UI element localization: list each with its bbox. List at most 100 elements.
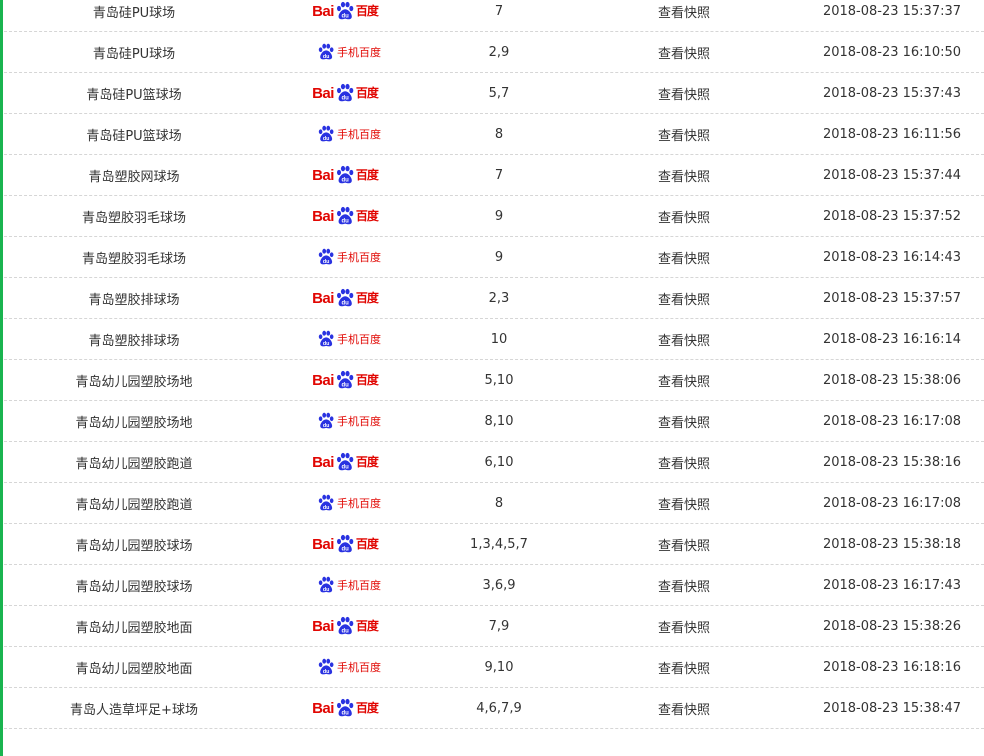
- view-snapshot-link[interactable]: 查看快照: [658, 621, 710, 636]
- rank-cell: 8,10: [484, 413, 514, 429]
- table-row: 青岛塑胶羽毛球场 du 手机百度 9 查看快照 2018-08-23 16:14:43: [4, 237, 984, 278]
- baidu-paw-icon: du: [335, 616, 355, 636]
- engine-cell: du 手机百度: [264, 247, 414, 267]
- baidu-logo: Bai du 百度: [312, 698, 379, 718]
- view-snapshot-link[interactable]: 查看快照: [658, 457, 710, 472]
- engine-cell: du 手机百度: [264, 42, 414, 62]
- baidu-paw-icon: du: [335, 370, 355, 390]
- snapshot-cell: 查看快照: [584, 453, 784, 472]
- engine-cell: Bai du 百度: [264, 288, 414, 308]
- rank-cell: 9: [494, 208, 504, 224]
- baidu-logo-right-text: 百度: [355, 701, 379, 715]
- svg-text:du: du: [341, 464, 349, 470]
- table-row: 青岛硅PU篮球场 du 手机百度 8 查看快照 2018-08-23 16:11:56: [4, 114, 984, 155]
- baidu-logo-left-text: Bai: [312, 166, 334, 184]
- view-snapshot-link[interactable]: 查看快照: [658, 88, 710, 103]
- snapshot-cell: 查看快照: [584, 494, 784, 513]
- time-cell: 2018-08-23 16:18:16: [822, 659, 962, 675]
- view-snapshot-link[interactable]: 查看快照: [658, 129, 710, 144]
- mobile-baidu-text: 手机百度: [337, 45, 381, 59]
- snapshot-cell: 查看快照: [584, 248, 784, 267]
- table-row: 青岛硅PU球场 Bai du 百度 7 查看快照 2018-08-23 15:37:37: [4, 0, 984, 32]
- time-cell: 2018-08-23 16:11:56: [822, 126, 962, 142]
- engine-cell: Bai du 百度: [264, 452, 414, 472]
- baidu-logo-left-text: Bai: [312, 453, 334, 471]
- time-cell: 2018-08-23 15:37:52: [822, 208, 962, 224]
- keyword-cell: 青岛人造草坪足+球场: [70, 702, 198, 718]
- table-row: 青岛塑胶排球场 Bai du 百度 2,3 查看快照 2018-08-23 15:37:…: [4, 278, 984, 319]
- view-snapshot-link[interactable]: 查看快照: [658, 662, 710, 677]
- table-row: 青岛硅PU球场 du 手机百度 2,9 查看快照 2018-08-23 16:10:5…: [4, 32, 984, 73]
- rank-cell: 7: [494, 167, 504, 183]
- time-cell: 2018-08-23 15:37:44: [822, 167, 962, 183]
- view-snapshot-link[interactable]: 查看快照: [658, 375, 710, 390]
- rank-cell: 5,10: [484, 372, 514, 388]
- mobile-baidu-text: 手机百度: [337, 250, 381, 264]
- view-snapshot-link[interactable]: 查看快照: [658, 703, 710, 718]
- svg-text:du: du: [341, 628, 349, 634]
- view-snapshot-link[interactable]: 查看快照: [658, 252, 710, 267]
- engine-cell: du 手机百度: [264, 329, 414, 349]
- mobile-baidu-logo: du 手机百度: [317, 247, 381, 267]
- time-cell: 2018-08-23 16:10:50: [822, 44, 962, 60]
- time-cell: 2018-08-23 16:17:43: [822, 577, 962, 593]
- view-snapshot-link[interactable]: 查看快照: [658, 580, 710, 595]
- engine-cell: Bai du 百度: [264, 165, 414, 185]
- table-row: 青岛塑胶羽毛球场 Bai du 百度 9 查看快照 2018-08-23 15:37:5…: [4, 196, 984, 237]
- view-snapshot-link[interactable]: 查看快照: [658, 47, 710, 62]
- snapshot-cell: 查看快照: [584, 84, 784, 103]
- mobile-baidu-logo: du 手机百度: [317, 657, 381, 677]
- table-row: 青岛幼儿园塑胶场地 du 手机百度 8,10 查看快照 2018-08-23 16:1…: [4, 401, 984, 442]
- keyword-cell: 青岛幼儿园塑胶地面: [75, 661, 193, 677]
- engine-cell: Bai du 百度: [264, 698, 414, 718]
- view-snapshot-link[interactable]: 查看快照: [658, 170, 710, 185]
- keyword-cell: 青岛硅PU球场: [92, 5, 176, 21]
- svg-text:du: du: [341, 300, 349, 306]
- baidu-paw-icon: du: [317, 494, 335, 512]
- keyword-cell: 青岛塑胶羽毛球场: [81, 251, 186, 267]
- snapshot-cell: 查看快照: [584, 125, 784, 144]
- engine-cell: Bai du 百度: [264, 534, 414, 554]
- time-cell: 2018-08-23 15:37:37: [822, 3, 962, 19]
- baidu-paw-icon: du: [317, 248, 335, 266]
- rank-cell: 1,3,4,5,7: [470, 536, 528, 552]
- baidu-logo-left-text: Bai: [312, 2, 334, 20]
- view-snapshot-link[interactable]: 查看快照: [658, 539, 710, 554]
- baidu-logo: Bai du 百度: [312, 83, 379, 103]
- view-snapshot-link[interactable]: 查看快照: [658, 211, 710, 226]
- ranking-table: 青岛硅PU球场 Bai du 百度 7 查看快照 2018-08-23 15:37:37…: [4, 0, 984, 729]
- svg-text:du: du: [341, 95, 349, 101]
- table-row: 青岛幼儿园塑胶球场 du 手机百度 3,6,9 查看快照 2018-08-23 16:…: [4, 565, 984, 606]
- time-cell: 2018-08-23 16:17:08: [822, 495, 962, 511]
- svg-text:du: du: [323, 341, 330, 347]
- baidu-logo: Bai du 百度: [312, 616, 379, 636]
- snapshot-cell: 查看快照: [584, 166, 784, 185]
- view-snapshot-link[interactable]: 查看快照: [658, 498, 710, 513]
- baidu-logo: Bai du 百度: [312, 534, 379, 554]
- baidu-logo: Bai du 百度: [312, 206, 379, 226]
- time-cell: 2018-08-23 16:14:43: [822, 249, 962, 265]
- keyword-cell: 青岛塑胶排球场: [88, 292, 180, 308]
- baidu-logo: Bai du 百度: [312, 370, 379, 390]
- mobile-baidu-text: 手机百度: [337, 660, 381, 674]
- svg-text:du: du: [341, 382, 349, 388]
- view-snapshot-link[interactable]: 查看快照: [658, 416, 710, 431]
- view-snapshot-link[interactable]: 查看快照: [658, 6, 710, 21]
- mobile-baidu-logo: du 手机百度: [317, 42, 381, 62]
- snapshot-cell: 查看快照: [584, 535, 784, 554]
- table-row: 青岛塑胶网球场 Bai du 百度 7 查看快照 2018-08-23 15:37:44: [4, 155, 984, 196]
- view-snapshot-link[interactable]: 查看快照: [658, 293, 710, 308]
- keyword-cell: 青岛硅PU球场: [92, 46, 176, 62]
- baidu-paw-icon: du: [335, 452, 355, 472]
- keyword-cell: 青岛塑胶网球场: [88, 169, 180, 185]
- view-snapshot-link[interactable]: 查看快照: [658, 334, 710, 349]
- table-row: 青岛幼儿园塑胶跑道 du 手机百度 8 查看快照 2018-08-23 16:17:0…: [4, 483, 984, 524]
- svg-text:du: du: [323, 259, 330, 265]
- mobile-baidu-text: 手机百度: [337, 414, 381, 428]
- engine-cell: du 手机百度: [264, 411, 414, 431]
- table-row: 青岛幼儿园塑胶球场 Bai du 百度 1,3,4,5,7 查看快照 2018-08-2…: [4, 524, 984, 565]
- rank-cell: 9: [494, 249, 504, 265]
- svg-text:du: du: [341, 177, 349, 183]
- baidu-logo-right-text: 百度: [355, 537, 379, 551]
- baidu-logo: Bai du 百度: [312, 452, 379, 472]
